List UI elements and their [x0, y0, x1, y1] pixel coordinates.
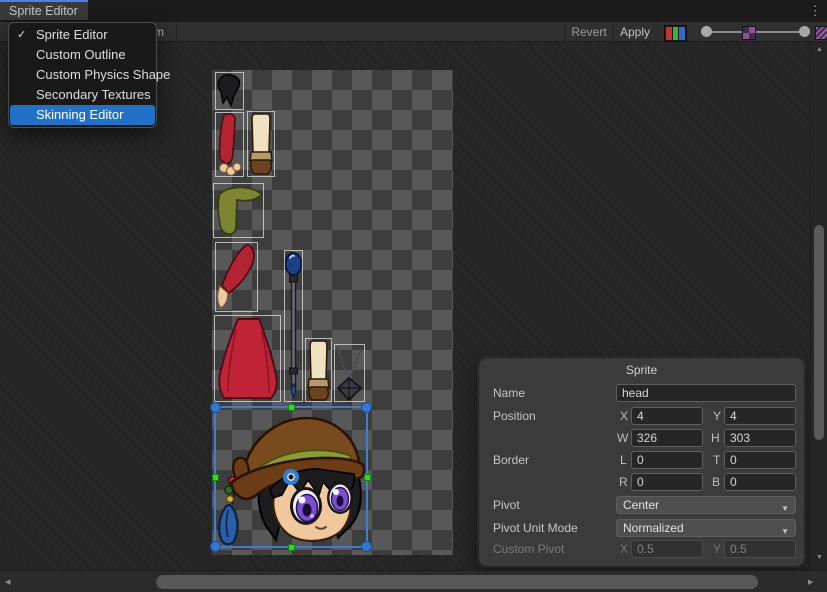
- pivot-unit-mode-dropdown[interactable]: Normalized ▼: [616, 519, 796, 537]
- kebab-menu-icon[interactable]: ⋮: [808, 3, 822, 19]
- horizontal-scrollbar[interactable]: ◀ ▶: [0, 570, 827, 592]
- custom-pivot-y-input: [724, 540, 796, 558]
- menu-item-custom-physics-shape[interactable]: Custom Physics Shape: [9, 65, 156, 85]
- position-x-input[interactable]: [631, 407, 703, 425]
- menu-item-sprite-editor[interactable]: ✓ Sprite Editor: [9, 25, 156, 45]
- horizontal-scrollbar-thumb[interactable]: [156, 575, 758, 589]
- menu-item-label: Sprite Editor: [36, 27, 108, 42]
- custom-pivot-y-label: Y: [713, 542, 721, 556]
- selection-edge-handle-bottom[interactable]: [288, 544, 295, 551]
- menu-item-custom-outline[interactable]: Custom Outline: [9, 45, 156, 65]
- b-label: B: [712, 475, 720, 489]
- selection-edge-handle-right[interactable]: [364, 474, 371, 481]
- sprite-rect-outline: [247, 111, 275, 177]
- border-b-input[interactable]: [724, 473, 796, 491]
- position-y-input[interactable]: [724, 407, 796, 425]
- sprite-rect-outline: [214, 315, 281, 402]
- custom-pivot-x-input: [631, 540, 703, 558]
- mip-slider-handle[interactable]: [799, 26, 810, 37]
- sprite-rect-outline: [305, 338, 332, 402]
- sprite-rect-outline: [215, 112, 244, 177]
- scroll-right-icon[interactable]: ▶: [808, 578, 813, 586]
- border-t-input[interactable]: [724, 451, 796, 469]
- texture-preview-icon: [742, 26, 756, 40]
- tab-sprite-editor[interactable]: Sprite Editor: [0, 0, 88, 20]
- selection-corner-handle-br[interactable]: [361, 541, 372, 552]
- custom-pivot-x-label: X: [620, 542, 628, 556]
- border-lt-row: Border L T: [479, 451, 804, 469]
- menu-item-label: Skinning Editor: [36, 107, 123, 122]
- position-xy-row: Position X Y: [479, 407, 804, 425]
- vertical-scrollbar-thumb[interactable]: [814, 225, 824, 440]
- height-input[interactable]: [724, 429, 796, 447]
- menu-item-label: Custom Outline: [36, 47, 126, 62]
- menu-item-secondary-textures[interactable]: Secondary Textures: [9, 85, 156, 105]
- chevron-down-icon: ▼: [781, 524, 789, 540]
- scroll-up-icon[interactable]: ▲: [816, 46, 823, 53]
- red-channel-bar: [666, 27, 672, 40]
- h-label: H: [711, 431, 720, 445]
- position-label: Position: [493, 409, 536, 423]
- custom-pivot-row: Custom Pivot X Y: [479, 540, 804, 558]
- pivot-unit-mode-label: Pivot Unit Mode: [493, 521, 578, 535]
- border-l-input[interactable]: [631, 451, 703, 469]
- border-r-input[interactable]: [631, 473, 703, 491]
- sprite-editor-window: Sprite Editor ⋮ m Revert Apply: [0, 0, 827, 592]
- alpha-slider-handle[interactable]: [701, 26, 712, 37]
- pivot-value: Center: [623, 498, 659, 512]
- toolbar-separator: [564, 22, 565, 42]
- t-label: T: [713, 453, 720, 467]
- pivot-unit-mode-row: Pivot Unit Mode Normalized ▼: [479, 519, 804, 537]
- custom-pivot-label: Custom Pivot: [493, 542, 564, 556]
- name-input[interactable]: [616, 384, 796, 402]
- sprite-editor-mode-menu: ✓ Sprite Editor Custom Outline Custom Ph…: [8, 22, 157, 128]
- sprite-selection-box[interactable]: [214, 406, 368, 548]
- r-label: R: [619, 475, 628, 489]
- green-channel-bar: [673, 27, 679, 40]
- blue-channel-bar: [679, 27, 685, 40]
- pivot-handle[interactable]: [283, 469, 299, 485]
- toolbar-separator: [176, 22, 177, 42]
- sprite-rect-outline: [215, 72, 244, 110]
- selection-corner-handle-bl[interactable]: [210, 541, 221, 552]
- window-tab-bar: [0, 0, 827, 22]
- rgb-channels-icon[interactable]: [664, 25, 687, 42]
- pivot-dropdown[interactable]: Center ▼: [616, 496, 796, 514]
- selection-edge-handle-top[interactable]: [288, 404, 295, 411]
- name-label: Name: [493, 386, 525, 400]
- panel-title: Sprite: [479, 363, 804, 377]
- scroll-down-icon[interactable]: ▼: [816, 554, 823, 561]
- width-input[interactable]: [631, 429, 703, 447]
- x-label: X: [620, 409, 628, 423]
- sprite-inspector-panel: Sprite Name Position X Y W H Border L T …: [478, 357, 805, 567]
- border-rb-row: R B: [479, 473, 804, 491]
- revert-button[interactable]: Revert: [566, 22, 612, 42]
- toolbar-separator: [657, 22, 658, 42]
- sprite-rect-outline: [215, 242, 258, 312]
- name-row: Name: [479, 384, 804, 402]
- sprite-rect-outline: [213, 183, 264, 238]
- scroll-left-icon[interactable]: ◀: [5, 578, 10, 586]
- l-label: L: [620, 453, 627, 467]
- w-label: W: [617, 431, 628, 445]
- border-label: Border: [493, 453, 529, 467]
- menu-item-label: Custom Physics Shape: [36, 67, 170, 82]
- chevron-down-icon: ▼: [781, 501, 789, 517]
- position-wh-row: W H: [479, 429, 804, 447]
- menu-item-skinning-editor[interactable]: Skinning Editor: [10, 105, 155, 125]
- pivot-unit-mode-value: Normalized: [623, 521, 684, 535]
- mipmap-icon: [815, 26, 827, 40]
- pivot-row: Pivot Center ▼: [479, 496, 804, 514]
- selection-corner-handle-tr[interactable]: [361, 402, 372, 413]
- check-icon: ✓: [17, 25, 26, 45]
- vertical-scrollbar[interactable]: ▲ ▼: [810, 42, 827, 570]
- apply-button[interactable]: Apply: [613, 22, 657, 42]
- selection-corner-handle-tl[interactable]: [210, 402, 221, 413]
- y-label: Y: [713, 409, 721, 423]
- pivot-label: Pivot: [493, 498, 520, 512]
- selection-edge-handle-left[interactable]: [212, 474, 219, 481]
- sprite-rect-outline: [334, 344, 365, 402]
- menu-item-label: Secondary Textures: [36, 87, 151, 102]
- sprite-rect-outline: [284, 250, 303, 402]
